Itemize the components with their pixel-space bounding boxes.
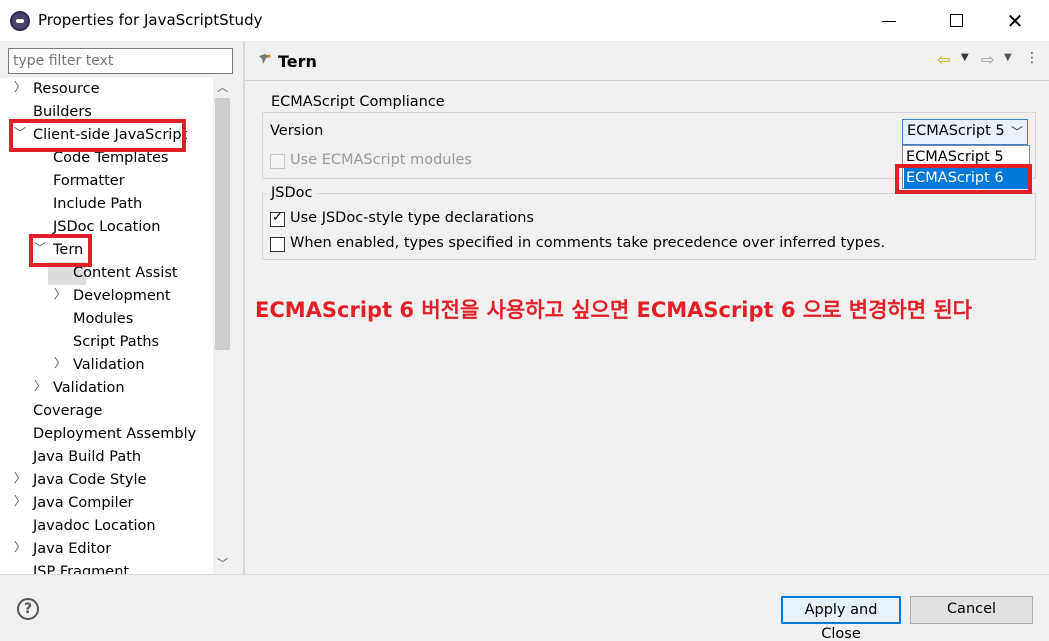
tree-item-jsp-fragment[interactable]: JSP Fragment [33,561,129,574]
back-dropdown-icon[interactable]: ▼ [961,52,969,63]
chevron-right-icon[interactable]: 〉 [14,469,26,492]
annotation-note: ECMAScript 6 버전을 사용하고 싶으면 ECMAScript 6 으… [255,298,972,322]
tree-item-java-editor[interactable]: Java Editor [33,538,111,561]
minimize-button[interactable] [866,0,912,42]
chevron-right-icon[interactable]: 〉 [14,492,26,515]
chevron-down-icon: ﹀ [1011,125,1024,139]
tree-item-formatter[interactable]: Formatter [53,170,125,193]
version-select[interactable]: ECMAScript 5 ﹀ [902,119,1028,145]
annotation-box-tern [29,234,92,267]
tree-item-java-build-path[interactable]: Java Build Path [33,446,141,469]
dialog-button-bar: ? Apply and Close Cancel [0,574,1049,641]
tree-item-deployment-assembly[interactable]: Deployment Assembly [33,423,196,446]
cancel-button[interactable]: Cancel [910,596,1033,624]
minimize-icon [882,21,896,22]
filter-input[interactable] [8,48,233,74]
jsdoc-group-label: JSDoc [267,185,317,201]
tree-item-validation[interactable]: Validation [53,377,125,400]
use-ecmascript-modules-checkbox[interactable] [270,154,285,169]
scroll-thumb[interactable] [215,98,230,350]
chevron-right-icon[interactable]: 〉 [54,285,66,308]
tree-item-coverage[interactable]: Coverage [33,400,102,423]
tree-item-javadoc-location[interactable]: Javadoc Location [33,515,156,538]
right-pane: Tern ⇦ ▼ ⇨ ▼ ⋮ ECMAScript Compliance Ver… [245,42,1049,574]
version-label: Version [270,123,324,139]
tree-item-script-paths[interactable]: Script Paths [73,331,159,354]
chevron-right-icon[interactable]: 〉 [14,538,26,561]
chevron-right-icon[interactable]: 〉 [54,354,66,377]
use-jsdoc-label: Use JSDoc-style type declarations [290,210,534,226]
forward-dropdown-icon[interactable]: ▼ [1004,52,1012,63]
scroll-down-icon[interactable]: ﹀ [213,556,232,572]
precedence-label: When enabled, types specified in comment… [290,235,886,251]
annotation-box-es6-option [895,164,1032,194]
annotation-box-client-side [9,119,186,152]
tree-item-include-path[interactable]: Include Path [53,193,142,216]
back-arrow-icon[interactable]: ⇦ [937,50,950,69]
use-jsdoc-checkbox[interactable] [270,210,285,227]
use-ecmascript-modules-label: Use ECMAScript modules [290,152,472,168]
tree-item-java-code-style[interactable]: Java Code Style [33,469,146,492]
tree-item-resource[interactable]: Resource [33,78,100,101]
precedence-checkbox[interactable] [270,237,285,252]
apply-and-close-button[interactable]: Apply and Close [781,596,901,641]
close-button[interactable]: ✕ [992,0,1038,42]
forward-arrow-icon[interactable]: ⇨ [981,50,994,69]
ecmascript-compliance-label: ECMAScript Compliance [267,94,449,110]
maximize-icon [950,14,963,27]
tree-scrollbar[interactable]: ︿ ﹀ [213,78,232,574]
view-menu-icon[interactable]: ⋮ [1025,50,1039,66]
maximize-button[interactable] [934,0,980,42]
page-header: Tern ⇦ ▼ ⇨ ▼ ⋮ [245,42,1049,80]
help-icon[interactable]: ? [17,598,39,620]
window-title: Properties for JavaScriptStudy [38,11,263,29]
chevron-right-icon[interactable]: 〉 [34,377,46,400]
tree-item-development[interactable]: Development [73,285,171,308]
tree-item-tern-validation[interactable]: Validation [73,354,145,377]
title-bar: Properties for JavaScriptStudy ✕ [0,0,1049,42]
scroll-up-icon[interactable]: ︿ [213,80,232,96]
tree-item-java-compiler[interactable]: Java Compiler [33,492,134,515]
property-tree: 〉 Resource Builders ﹀ Client-side JavaSc… [0,78,213,574]
eclipse-app-icon [10,11,30,31]
tern-icon [259,54,271,64]
tree-item-modules[interactable]: Modules [73,308,133,331]
chevron-right-icon[interactable]: 〉 [14,78,26,101]
close-icon: ✕ [1006,9,1024,33]
header-separator [245,80,1049,81]
version-select-value: ECMAScript 5 [907,123,1005,139]
page-title: Tern [278,52,317,71]
